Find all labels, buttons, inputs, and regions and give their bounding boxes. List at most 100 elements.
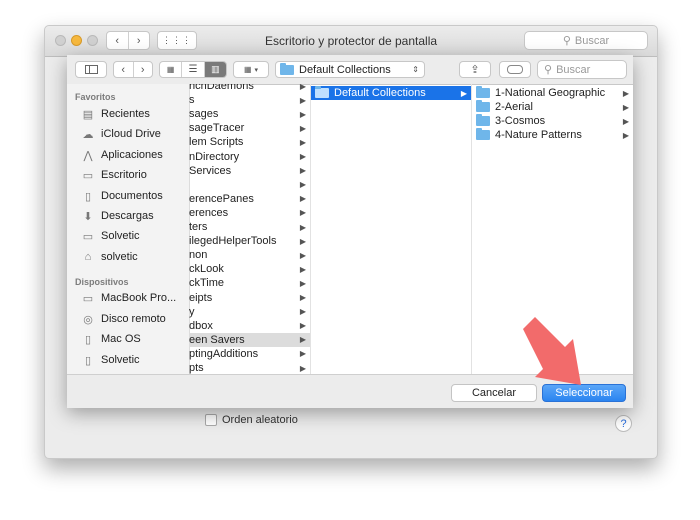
list-item-label: 1-National Geographic	[495, 87, 606, 99]
chevron-right-icon: ▶	[299, 236, 306, 246]
minimize-window-button[interactable]	[71, 35, 82, 46]
show-all-button[interactable]: ⋮⋮⋮	[157, 31, 197, 50]
path-popup-label: Default Collections	[299, 63, 391, 76]
sidebar-item-descargas[interactable]: ⬇ Descargas	[81, 207, 153, 225]
list-item[interactable]: ckLook ▶	[189, 262, 310, 276]
list-item-label: non	[189, 249, 208, 262]
list-item[interactable]: sages ▶	[189, 107, 310, 121]
list-item[interactable]: pts ▶	[189, 361, 310, 374]
list-item-collection[interactable]: 2-Aerial ▶	[472, 100, 633, 114]
list-item[interactable]: non ▶	[189, 248, 310, 262]
list-item[interactable]: erencePanes ▶	[189, 192, 310, 206]
chevron-right-icon: ▶	[299, 307, 306, 317]
list-item[interactable]: ters ▶	[189, 220, 310, 234]
prefs-search-input[interactable]: ⚲ Buscar	[524, 31, 648, 50]
chevron-right-icon: ▶	[299, 152, 306, 161]
list-item[interactable]: Services ▶	[189, 164, 310, 178]
sheet-search-input[interactable]: ⚲ Buscar	[537, 60, 627, 79]
chevron-right-icon: ▶	[299, 109, 306, 119]
checkbox-box	[205, 414, 217, 426]
list-item-label: lem Scripts	[189, 136, 244, 149]
sidebar-item-label: Solvetic	[101, 354, 140, 366]
forward-button[interactable]: ›	[129, 32, 150, 49]
arrange-grid-icon: ▦	[243, 65, 252, 74]
list-item[interactable]: ptingAdditions ▶	[189, 347, 310, 361]
close-window-button[interactable]	[55, 35, 66, 46]
arrange-button[interactable]: ▦ ▾	[233, 61, 269, 78]
path-popup-button[interactable]: Default Collections ⇕	[275, 61, 425, 78]
chevron-right-icon: ▶	[299, 194, 306, 204]
prefs-search-placeholder: Buscar	[574, 34, 610, 47]
chevron-right-icon: ▶	[299, 293, 306, 302]
sidebar-item-aplicaciones[interactable]: ⋀ Aplicaciones	[81, 146, 162, 164]
tag-icon	[507, 65, 523, 74]
list-item-collection[interactable]: 4-Nature Patterns ▶	[472, 128, 633, 142]
chevron-right-icon: ▶	[299, 84, 306, 91]
list-item-label: 2-Aerial	[495, 101, 533, 113]
chevron-right-icon: ▶	[299, 95, 306, 105]
browser-column-2: Default Collections ▶	[311, 84, 472, 374]
help-button[interactable]: ?	[615, 415, 632, 432]
icon-view-button[interactable]: ▦	[160, 62, 183, 77]
list-view-button[interactable]: ☰	[182, 62, 205, 77]
sidebar-item-mac-os[interactable]: ▯ Mac OS	[81, 330, 141, 348]
list-item-label: 3-Cosmos	[495, 115, 546, 127]
sidebar-item-icloud-drive[interactable]: ☁ iCloud Drive	[81, 125, 161, 143]
sidebar-item-solvetic-home[interactable]: ⌂ solvetic	[81, 248, 138, 266]
back-button[interactable]: ‹	[107, 32, 129, 49]
folder-icon	[476, 100, 490, 112]
list-item-label: Default Collections	[334, 87, 426, 99]
chevron-down-icon: ▾	[254, 66, 259, 74]
list-item[interactable]: nchDaemons ▶	[189, 84, 310, 93]
window-title: Escritorio y protector de pantalla	[264, 34, 438, 48]
zoom-window-button[interactable]	[87, 35, 98, 46]
list-item[interactable]: lem Scripts ▶	[189, 135, 310, 149]
sheet-forward-button[interactable]: ›	[134, 62, 153, 77]
share-icon: ⇪	[470, 64, 480, 76]
applications-icon: ⋀	[83, 149, 93, 162]
drive-icon: ▯	[84, 354, 92, 367]
share-button[interactable]: ⇪	[459, 61, 491, 78]
list-item[interactable]: s ▶	[189, 93, 310, 107]
list-item[interactable]: ckTime ▶	[189, 276, 310, 290]
sheet-back-button[interactable]: ‹	[114, 62, 134, 77]
chevron-right-icon: ▶	[299, 137, 306, 147]
list-item[interactable]: nDirectory ▶	[189, 150, 310, 164]
list-item[interactable]: ilegedHelperTools ▶	[189, 234, 310, 248]
list-item[interactable]: erences ▶	[189, 206, 310, 220]
sidebar-item-label: iCloud Drive	[101, 128, 161, 140]
column-view-button[interactable]: ▥	[204, 62, 226, 77]
sidebar-item-recientes[interactable]: ▤ Recientes	[81, 105, 150, 123]
list-item-label: nDirectory	[189, 150, 240, 163]
list-item[interactable]: sageTracer ▶	[189, 121, 310, 135]
list-item-label: erencePanes	[189, 192, 254, 205]
random-order-checkbox[interactable]: Orden aleatorio	[205, 414, 298, 426]
list-item-default-collections[interactable]: Default Collections ▶	[311, 86, 471, 100]
list-item-collection[interactable]: 3-Cosmos ▶	[472, 114, 633, 128]
chevron-right-icon: ›	[140, 63, 145, 76]
search-icon: ⚲	[544, 64, 553, 76]
list-item-label: Services	[189, 164, 232, 177]
list-item[interactable]: een Savers ▶	[189, 332, 310, 347]
chevron-right-icon: ▶	[299, 222, 306, 232]
sidebar-item-solvetic-drive[interactable]: ▯ Solvetic	[81, 351, 140, 369]
sidebar-toggle-button[interactable]	[75, 61, 107, 78]
list-item[interactable]: y ▶	[189, 305, 310, 319]
sidebar-item-disco-remoto[interactable]: ◎ Disco remoto	[81, 310, 166, 328]
list-item[interactable]: eipts ▶	[189, 291, 310, 305]
laptop-icon: ▭	[82, 292, 94, 305]
chevron-right-icon: ▶	[622, 88, 629, 98]
sidebar-item-solvetic-folder[interactable]: ▭ Solvetic	[81, 227, 140, 245]
list-item[interactable]: ▶	[189, 178, 310, 192]
sidebar-item-documentos[interactable]: ▯ Documentos	[81, 187, 163, 205]
list-item-collection[interactable]: 1-National Geographic ▶	[472, 86, 633, 100]
chevron-right-icon: ▶	[299, 166, 306, 176]
list-item-label: ters	[189, 221, 208, 233]
title-bar: ‹ › ⋮⋮⋮ Escritorio y protector de pantal…	[45, 26, 657, 57]
sidebar-item-escritorio[interactable]: ▭ Escritorio	[81, 166, 147, 184]
chevron-left-icon: ‹	[121, 63, 126, 76]
list-item[interactable]: dbox ▶	[189, 319, 310, 333]
sidebar-item-macbook-pro[interactable]: ▭ MacBook Pro...	[81, 289, 176, 307]
grid-icon: ⋮⋮⋮	[162, 35, 192, 45]
tags-button[interactable]	[499, 61, 531, 78]
